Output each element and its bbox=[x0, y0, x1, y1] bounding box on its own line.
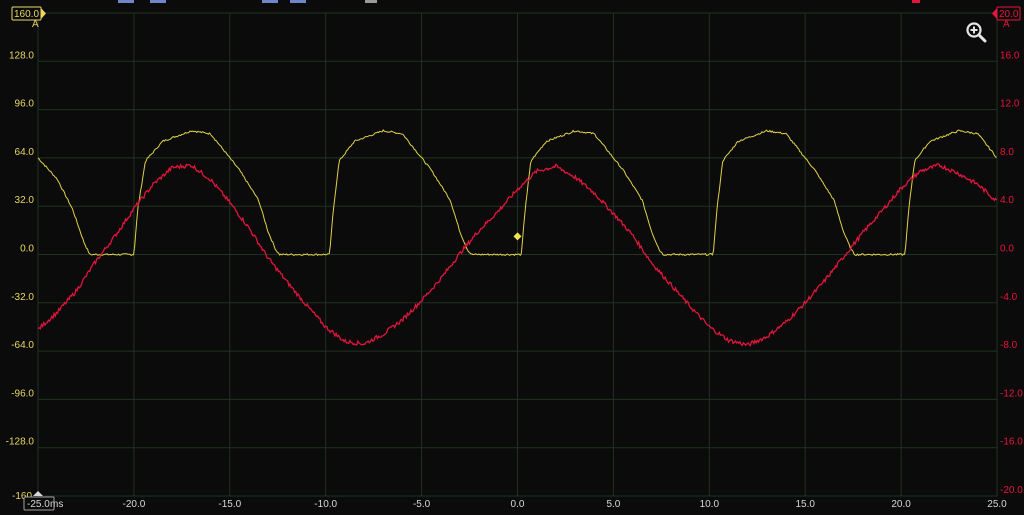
y-left-tick-label: 128.0 bbox=[9, 50, 34, 61]
x-tick-label: -15.0 bbox=[218, 499, 241, 510]
y-left-tick-label: 32.0 bbox=[15, 195, 35, 206]
y-left-tick-label: 0.0 bbox=[20, 244, 34, 255]
x-tick-label: 5.0 bbox=[606, 499, 620, 510]
right-unit-label: A bbox=[1003, 19, 1010, 30]
toolbar-marker bbox=[118, 0, 134, 3]
toolbar-marker bbox=[912, 0, 920, 3]
time-start-badge-text: -25.0 bbox=[27, 499, 50, 510]
y-right-tick-label: 16.0 bbox=[1000, 50, 1020, 61]
y-left-tick-label: 96.0 bbox=[15, 99, 35, 110]
y-left-tick-label: -128.0 bbox=[6, 437, 35, 448]
toolbar-marker bbox=[262, 0, 278, 3]
y-right-tick-label: -20.0 bbox=[1000, 485, 1023, 496]
y-right-tick-label: -12.0 bbox=[1000, 388, 1023, 399]
x-tick-label: 15.0 bbox=[795, 499, 815, 510]
x-tick-label: 10.0 bbox=[700, 499, 720, 510]
zoom-in-icon bbox=[966, 22, 987, 43]
toolbar-marker bbox=[290, 0, 306, 3]
toolbar-marker bbox=[150, 0, 166, 3]
chart-background bbox=[0, 0, 1024, 515]
x-tick-label: 20.0 bbox=[891, 499, 911, 510]
y-right-tick-label: 8.0 bbox=[1000, 147, 1014, 158]
y-left-tick-label: 64.0 bbox=[15, 147, 35, 158]
x-tick-label: -10.0 bbox=[314, 499, 337, 510]
y-right-tick-label: -8.0 bbox=[1000, 340, 1018, 351]
x-tick-label: -5.0 bbox=[413, 499, 431, 510]
y-right-tick-label: 0.0 bbox=[1000, 244, 1014, 255]
left-scale-badge[interactable]: 160.0 bbox=[11, 6, 46, 21]
y-left-tick-label: -96.0 bbox=[11, 388, 34, 399]
y-right-tick-label: 4.0 bbox=[1000, 195, 1014, 206]
x-tick-label: 25.0 bbox=[987, 499, 1007, 510]
y-right-tick-label: -4.0 bbox=[1000, 292, 1018, 303]
x-tick-label: 0.0 bbox=[511, 499, 525, 510]
toolbar-marker bbox=[365, 0, 377, 3]
oscilloscope-chart: -20.0 -15.0 -10.0 -5.0 0.0 5.0 10.0 15.0 20.0 25.… bbox=[0, 0, 1024, 515]
y-left-tick-label: -32.0 bbox=[11, 292, 34, 303]
zoom-in-button[interactable] bbox=[964, 20, 990, 46]
x-tick-label: -20.0 bbox=[123, 499, 146, 510]
left-unit-label: A bbox=[32, 19, 39, 30]
y-right-tick-label: -16.0 bbox=[1000, 437, 1023, 448]
y-right-tick-label: 12.0 bbox=[1000, 99, 1020, 110]
y-left-tick-label: -64.0 bbox=[11, 340, 34, 351]
time-unit-label: ms bbox=[50, 499, 63, 510]
